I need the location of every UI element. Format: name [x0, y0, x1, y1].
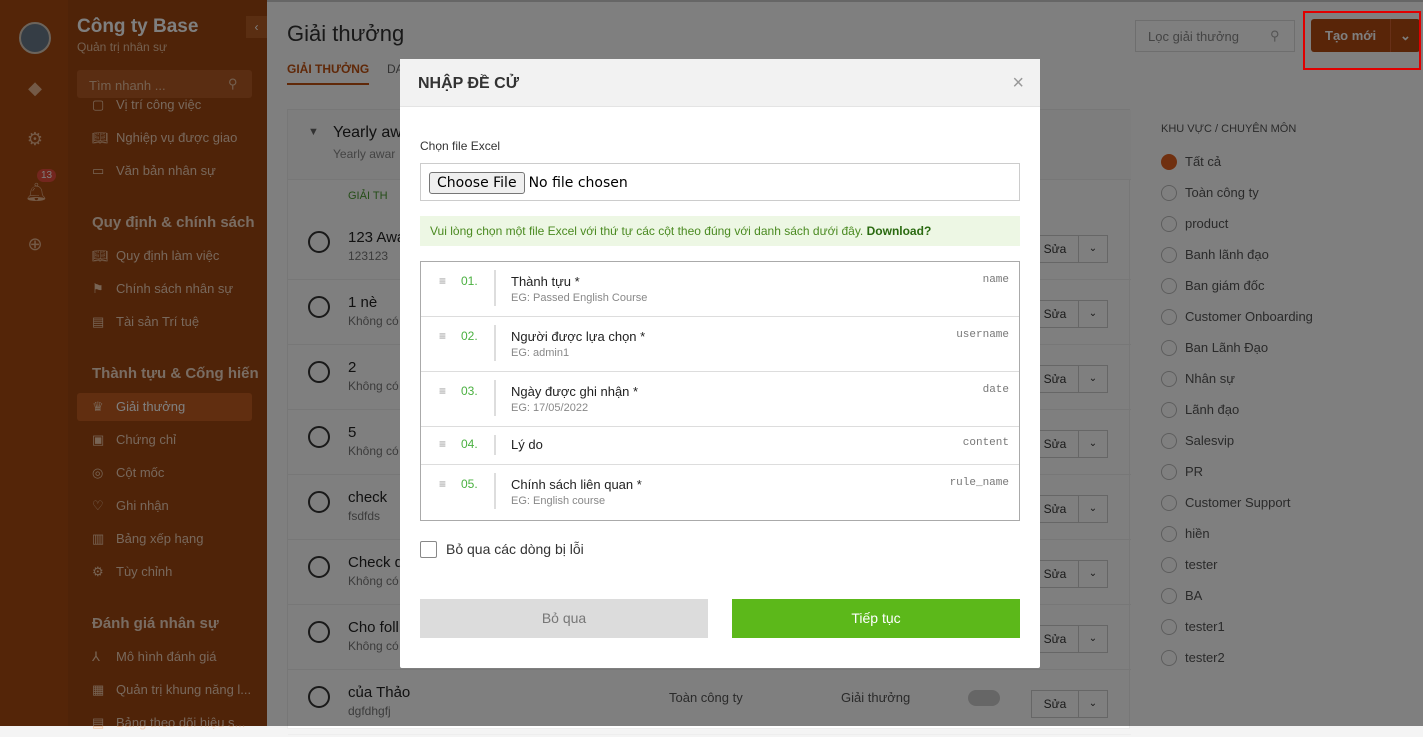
file-label: Chọn file Excel — [420, 139, 501, 153]
list-item[interactable]: ≡ 03. Ngày được ghi nhận * EG: 17/05/202… — [421, 372, 1019, 427]
modal-header: NHẬP ĐỀ CỬ × — [400, 59, 1040, 107]
continue-button[interactable]: Tiếp tục — [732, 599, 1020, 638]
choose-file-button[interactable]: Choose File — [429, 172, 525, 194]
list-item[interactable]: ≡ 05. Chính sách liên quan * EG: English… — [421, 465, 1019, 520]
import-nomination-modal: NHẬP ĐỀ CỬ × Chọn file Excel Choose File… — [400, 59, 1040, 668]
drag-handle-icon[interactable]: ≡ — [439, 477, 446, 491]
highlight-box — [1303, 11, 1421, 70]
download-link[interactable]: Download? — [867, 224, 932, 238]
drag-handle-icon[interactable]: ≡ — [439, 274, 446, 288]
close-icon[interactable]: × — [1012, 72, 1024, 95]
drag-handle-icon[interactable]: ≡ — [439, 384, 446, 398]
file-input[interactable]: Choose File No file chosen — [420, 163, 1020, 201]
drag-handle-icon[interactable]: ≡ — [439, 329, 446, 343]
list-item[interactable]: ≡ 02. Người được lựa chọn * EG: admin1 u… — [421, 317, 1019, 372]
drag-handle-icon[interactable]: ≡ — [439, 437, 446, 451]
file-status: No file chosen — [528, 175, 628, 191]
column-list: ≡ 01. Thành tựu * EG: Passed English Cou… — [420, 261, 1020, 521]
list-item[interactable]: ≡ 01. Thành tựu * EG: Passed English Cou… — [421, 262, 1019, 317]
info-note: Vui lòng chọn một file Excel với thứ tự … — [420, 216, 1020, 246]
modal-title: NHẬP ĐỀ CỬ — [418, 75, 519, 92]
skip-errors-checkbox[interactable]: Bỏ qua các dòng bị lỗi — [420, 541, 584, 558]
cancel-button[interactable]: Bỏ qua — [420, 599, 708, 638]
list-item[interactable]: ≡ 04. Lý do content — [421, 427, 1019, 465]
